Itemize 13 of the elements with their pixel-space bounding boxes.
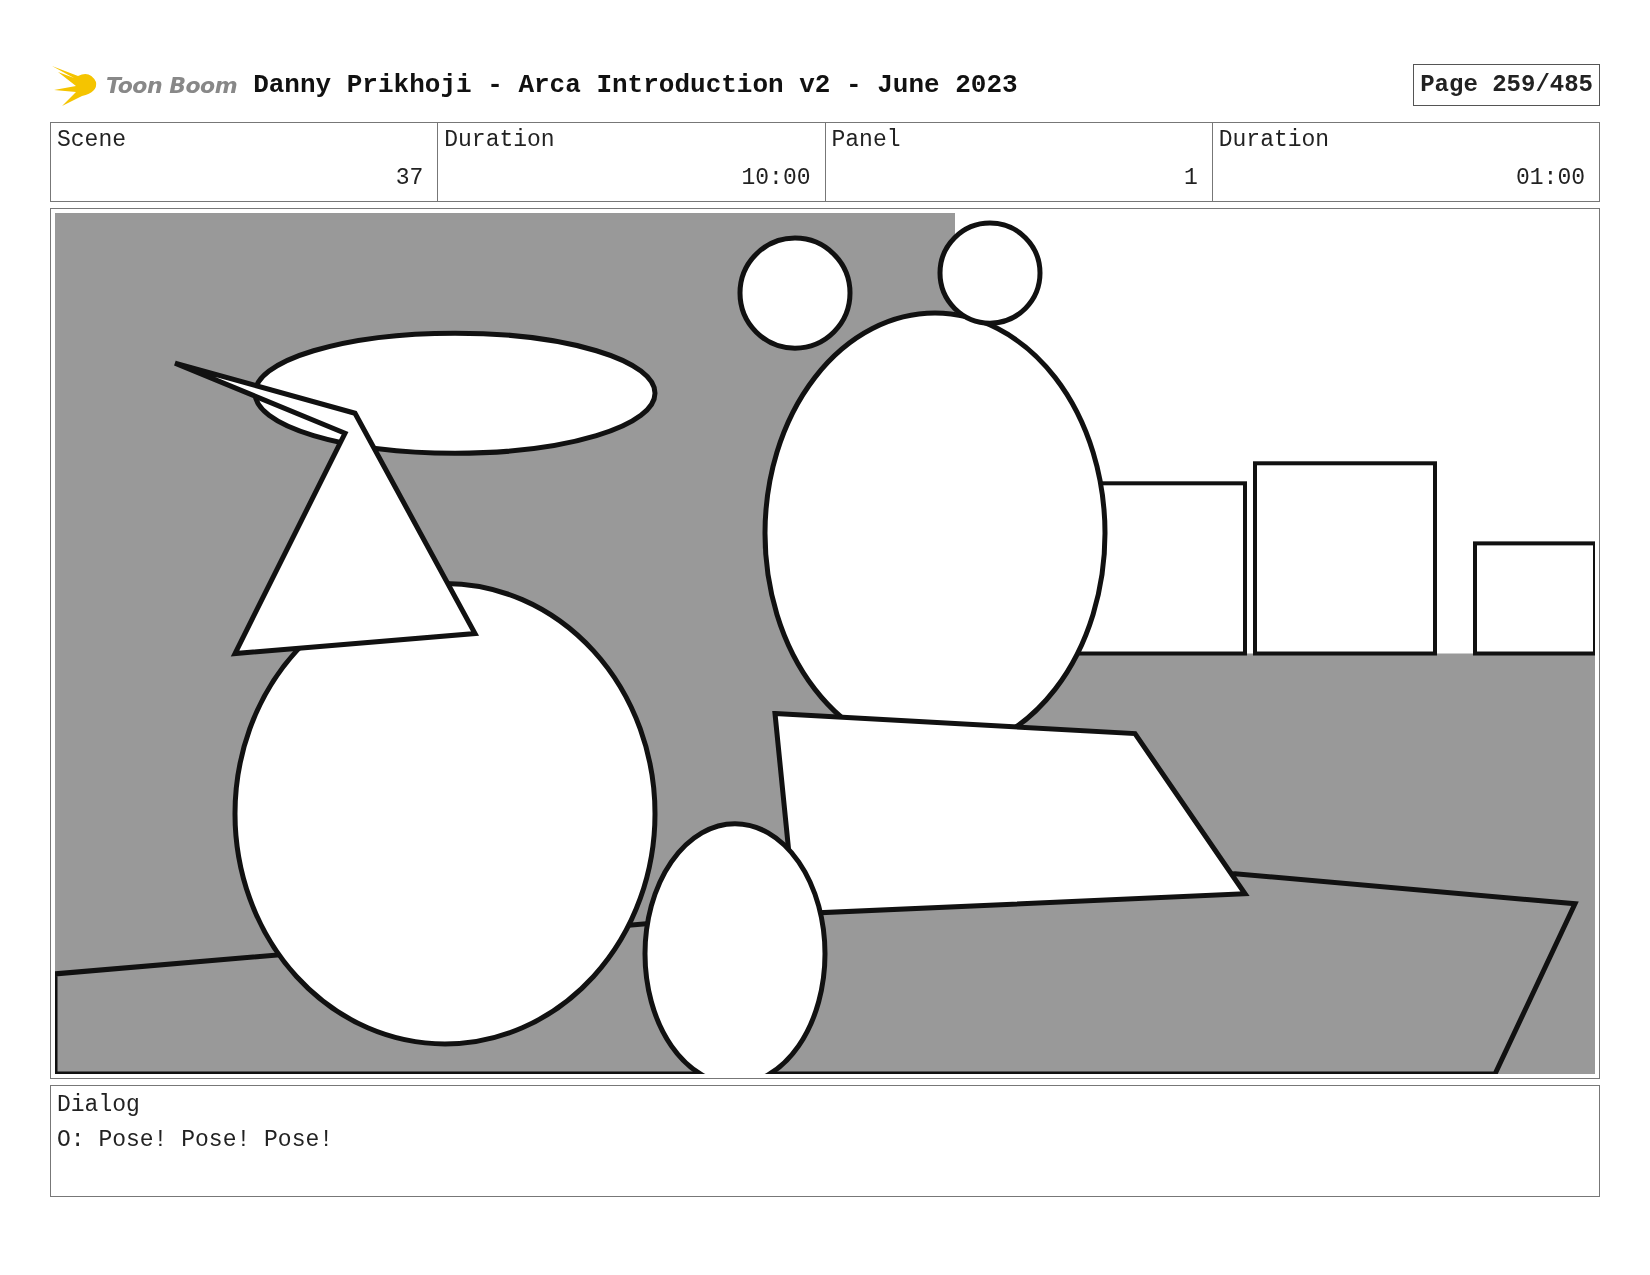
field-label: Duration — [444, 127, 556, 155]
field-label: Scene — [57, 127, 127, 155]
dialog-label: Dialog — [57, 1091, 141, 1120]
page-number: Page 259/485 — [1413, 64, 1600, 106]
field-value: 10:00 — [740, 165, 811, 193]
logo-text: Toon Boom — [106, 71, 238, 100]
document-title: Danny Prikhoji - Arca Introduction v2 - June 2023 — [253, 68, 1018, 102]
dialog-text: O: Pose! Pose! Pose! — [57, 1125, 335, 1155]
field-label: Panel — [831, 127, 902, 155]
field-label: Duration — [1218, 127, 1331, 155]
field-value: 1 — [1182, 165, 1198, 193]
field-value: 01:00 — [1515, 165, 1585, 193]
field-value: 37 — [394, 165, 424, 193]
